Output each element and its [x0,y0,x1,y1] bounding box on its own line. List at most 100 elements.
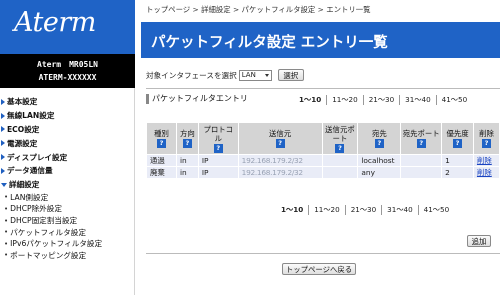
sidebar-subitem-label: LAN側設定 [10,192,49,202]
model-info: Aterm MR05LN ATERM-XXXXXX [0,54,135,88]
sidebar-item-eco[interactable]: ECO設定 [0,123,135,137]
page-link-21-30[interactable]: 21～30 [344,205,381,215]
column-header-protocol: プロトコル? [197,122,239,155]
page-link-41-50[interactable]: 41～50 [417,205,454,215]
table-row: 廃棄 in IP 192.168.179.2/32 any 2 削除 [146,166,500,179]
cell-destination-port [400,154,443,167]
column-header-source-port: 送信元ポート? [321,122,359,155]
bullet-icon: • [4,216,9,225]
bullet-icon: • [4,204,9,213]
sidebar-item-label: 基本設定 [7,97,38,107]
sidebar-subitem-lan[interactable]: • LAN側設定 [0,192,135,204]
column-header-source: 送信元? [237,122,323,155]
cell-protocol: IP [197,166,239,179]
sidebar-item-data-usage[interactable]: データ通信量 [0,164,135,178]
model-name: Aterm MR05LN [37,60,98,69]
sidebar-item-label: 詳細設定 [9,180,40,190]
triangle-right-icon [1,112,5,119]
help-icon[interactable]: ? [374,139,384,148]
interface-dropdown[interactable]: LAN [238,69,272,81]
filter-entry-table: 種別? 方向? プロトコル? 送信元? 送信元ポート? 宛先? 宛先ポート? 優… [146,122,500,179]
help-icon[interactable]: ? [213,143,223,153]
sidebar-item-label: 無線LAN設定 [7,111,55,121]
interface-label: 対象インタフェースを選択 [146,70,237,80]
cell-direction: in [175,166,199,179]
column-header-destination-port: 宛先ポート? [400,122,443,155]
device-name: ATERM-XXXXXX [38,73,97,82]
cell-type: 廃棄 [146,166,177,179]
column-header-type: 種別? [146,122,177,155]
sidebar: Aterm Aterm MR05LN ATERM-XXXXXX 基本設定 無線L… [0,0,135,295]
help-icon[interactable]: ? [453,139,463,148]
page-link-11-20[interactable]: 11～20 [308,205,344,215]
bullet-icon: • [4,193,9,202]
triangle-right-icon [1,126,5,133]
sidebar-subitem-ipv6-packet-filter[interactable]: • IPv6パケットフィルタ設定 [0,238,135,250]
interface-selector: 対象インタフェースを選択 LAN 選択 [146,69,304,81]
help-icon[interactable]: ? [416,139,426,148]
sidebar-subitem-dhcp-exclude[interactable]: • DHCP除外設定 [0,203,135,215]
column-header-direction: 方向? [175,122,199,155]
page-link-1-10[interactable]: 1～10 [294,95,326,105]
triangle-right-icon [1,167,5,174]
sidebar-item-power[interactable]: 電源設定 [0,136,135,150]
sidebar-item-label: ディスプレイ設定 [7,152,68,162]
sidebar-subitem-label: DHCP固定割当設定 [10,216,78,226]
triangle-right-icon [1,140,5,147]
bullet-icon: • [4,251,9,260]
sidebar-subitem-packet-filter[interactable]: • パケットフィルタ設定 [0,226,135,238]
sidebar-item-advanced[interactable]: 詳細設定 [0,178,135,192]
column-header-destination: 宛先? [357,122,402,155]
divider [146,253,500,254]
sidebar-item-label: データ通信量 [7,166,53,176]
cell-source: 192.168.179.2/32 [237,166,323,179]
sidebar-subitem-label: ポートマッピング設定 [10,250,87,260]
help-icon[interactable]: ? [335,143,345,153]
cell-destination-port [400,166,443,179]
triangle-right-icon [1,154,5,161]
brand-logo[interactable]: Aterm [0,0,135,54]
table-row: 通過 in IP 192.168.179.2/32 localhost 1 削除 [146,154,500,167]
sidebar-subitem-label: パケットフィルタ設定 [10,227,86,237]
page-link-11-20[interactable]: 11～20 [326,95,362,105]
sidebar-subitem-label: IPv6パケットフィルタ設定 [10,239,103,249]
cell-destination: localhost [357,154,402,167]
select-button[interactable]: 選択 [277,69,304,81]
help-icon[interactable]: ? [182,139,192,148]
sidebar-subitem-label: DHCP除外設定 [10,204,62,214]
page-link-31-40[interactable]: 31～40 [399,95,435,105]
sidebar-item-display[interactable]: ディスプレイ設定 [0,150,135,164]
help-icon[interactable]: ? [481,139,491,148]
delete-link[interactable]: 削除 [477,156,492,165]
help-icon[interactable]: ? [156,139,166,148]
page-link-21-30[interactable]: 21～30 [362,95,399,105]
panel-title: パケットフィルタエントリ [146,94,248,104]
sidebar-menu: 基本設定 無線LAN設定 ECO設定 電源設定 ディスプレイ設定 データ通信量 … [0,95,135,261]
column-header-priority: 優先度? [441,122,474,155]
add-entry-button[interactable]: 追加 [467,235,491,247]
cell-destination: any [357,166,402,179]
column-header-delete: 削除? [472,122,500,155]
page-link-31-40[interactable]: 31～40 [381,205,417,215]
cell-priority: 2 [441,166,474,179]
breadcrumb[interactable]: トップページ > 詳細設定 > パケットフィルタ設定 > エントリ一覧 [146,4,371,15]
interface-dropdown-value: LAN [241,71,256,79]
cell-source-port [321,154,359,167]
sidebar-item-basic[interactable]: 基本設定 [0,95,135,109]
sidebar-subitem-dhcp-static[interactable]: • DHCP固定割当設定 [0,215,135,227]
bullet-icon: • [4,228,9,237]
page-link-41-50[interactable]: 41～50 [435,95,472,105]
delete-link[interactable]: 削除 [477,168,492,177]
pagination-bottom: 1～10 11～20 21～30 31～40 41～50 [276,205,454,215]
sidebar-subitem-port-mapping[interactable]: • ポートマッピング設定 [0,250,135,262]
help-icon[interactable]: ? [275,139,285,148]
sidebar-item-label: ECO設定 [7,124,40,134]
cell-delete: 削除 [472,166,500,179]
cell-protocol: IP [197,154,239,167]
page-title: パケットフィルタ設定 エントリ一覧 [151,35,388,51]
back-to-top-button[interactable]: トップページへ戻る [282,263,356,275]
sidebar-item-label: 電源設定 [7,138,38,148]
page-link-1-10[interactable]: 1～10 [276,205,308,215]
sidebar-item-wireless-lan[interactable]: 無線LAN設定 [0,109,135,123]
cell-delete: 削除 [472,154,500,167]
